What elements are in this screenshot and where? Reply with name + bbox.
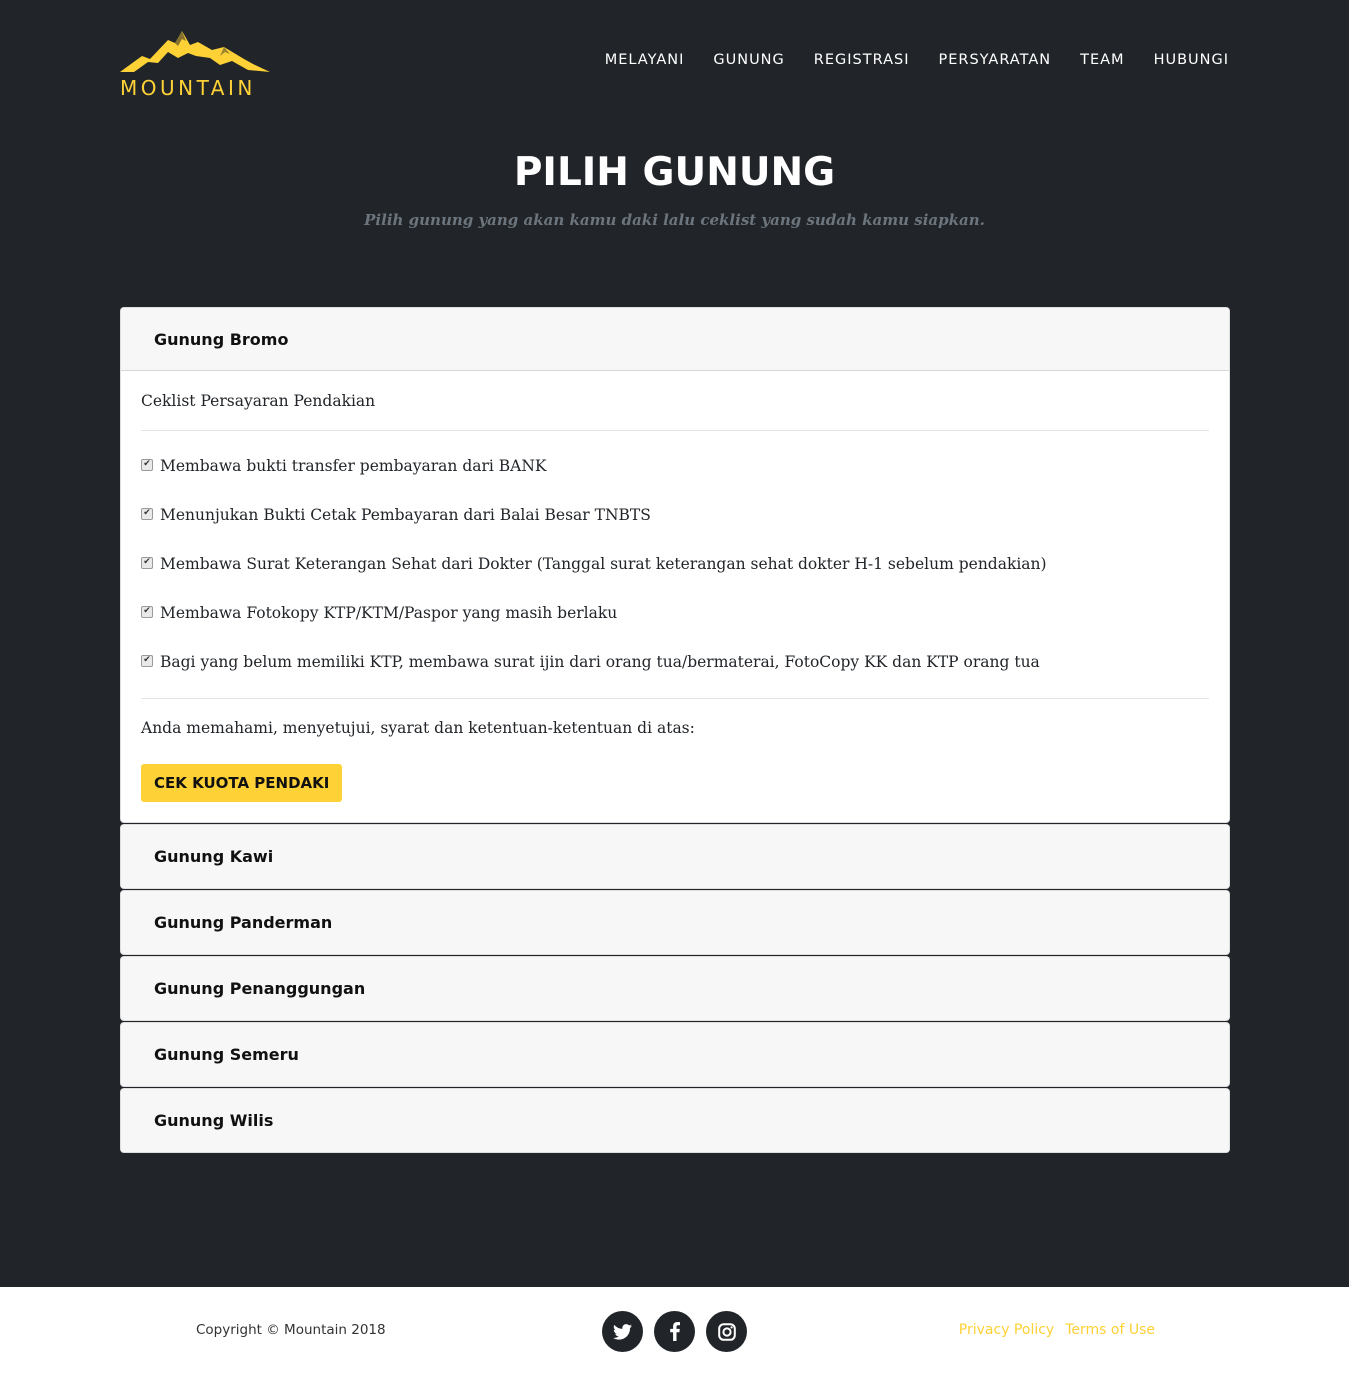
copyright-text: Copyright © Mountain 2018 (196, 1322, 386, 1338)
checklist-title: Ceklist Persayaran Pendakian (141, 371, 1209, 431)
accordion-panel-semeru: Gunung Semeru (120, 1022, 1230, 1087)
section-heading: PILIH GUNUNG (513, 150, 836, 195)
twitter-icon (613, 1323, 632, 1340)
navbar: MOUNTAIN MELAYANI GUNUNG REGISTRASI PERS… (0, 0, 1349, 120)
terms-of-use-link[interactable]: Terms of Use (1065, 1322, 1155, 1338)
accordion-panel-penanggungan: Gunung Penanggungan (120, 956, 1230, 1021)
accordion-panel-bromo: Gunung Bromo Ceklist Persayaran Pendakia… (120, 307, 1230, 823)
nav-link-melayani[interactable]: MELAYANI (605, 52, 685, 68)
checklist-item[interactable]: ✔ Membawa Surat Keterangan Sehat dari Dok… (141, 539, 1209, 588)
accordion-header-semeru[interactable]: Gunung Semeru (121, 1023, 1229, 1086)
checkbox[interactable]: ✔ (141, 458, 153, 471)
facebook-icon (669, 1322, 680, 1341)
checklist-item-label: Membawa Fotokopy KTP/KTM/Paspor yang mas… (160, 603, 618, 622)
checklist-item-label: Membawa Surat Keterangan Sehat dari Dokt… (160, 554, 1047, 573)
checkbox[interactable]: ✔ (141, 556, 153, 569)
checklist-item[interactable]: ✔ Menunjukan Bukti Cetak Pembayaran dari … (141, 490, 1209, 539)
checklist-item[interactable]: ✔ Bagi yang belum memiliki KTP, membawa s… (141, 637, 1209, 686)
facebook-button[interactable] (654, 1311, 695, 1352)
nav-link-team[interactable]: TEAM (1080, 52, 1124, 68)
brand-logo[interactable]: MOUNTAIN (120, 28, 272, 100)
nav-link-gunung[interactable]: GUNUNG (713, 52, 784, 68)
accordion-header-wilis[interactable]: Gunung Wilis (121, 1089, 1229, 1152)
checklist: ✔ Membawa bukti transfer pembayaran dari … (141, 431, 1209, 686)
checklist-item[interactable]: ✔ Membawa Fotokopy KTP/KTM/Paspor yang ma… (141, 588, 1209, 637)
nav-link-registrasi[interactable]: REGISTRASI (814, 52, 910, 68)
accordion-body-bromo: Ceklist Persayaran Pendakian ✔ Membawa bu… (121, 371, 1229, 822)
social-buttons (602, 1311, 747, 1352)
check-quota-button[interactable]: CEK KUOTA PENDAKI (141, 764, 343, 802)
footer: Copyright © Mountain 2018 Privacy Policy… (0, 1287, 1349, 1376)
checklist-item-label: Membawa bukti transfer pembayaran dari B… (160, 456, 547, 475)
accordion-header-penanggungan[interactable]: Gunung Penanggungan (121, 957, 1229, 1020)
checklist-item[interactable]: ✔ Membawa bukti transfer pembayaran dari … (141, 441, 1209, 490)
main-nav: MELAYANI GUNUNG REGISTRASI PERSYARATAN T… (605, 52, 1229, 68)
checkbox[interactable]: ✔ (141, 507, 153, 520)
accordion-panel-kawi: Gunung Kawi (120, 824, 1230, 889)
privacy-policy-link[interactable]: Privacy Policy (959, 1322, 1054, 1338)
nav-link-hubungi[interactable]: HUBUNGI (1154, 52, 1229, 68)
instagram-icon (717, 1322, 736, 1341)
section-subheading: Pilih gunung yang akan kamu daki lalu ce… (364, 211, 985, 229)
brand-name: MOUNTAIN (120, 76, 256, 100)
accordion-panel-panderman: Gunung Panderman (120, 890, 1230, 955)
accordion-header-bromo[interactable]: Gunung Bromo (121, 308, 1229, 371)
nav-link-persyaratan[interactable]: PERSYARATAN (938, 52, 1051, 68)
checkbox[interactable]: ✔ (141, 605, 153, 618)
accordion-panel-wilis: Gunung Wilis (120, 1088, 1230, 1153)
checkbox[interactable]: ✔ (141, 654, 153, 667)
twitter-button[interactable] (602, 1311, 643, 1352)
checklist-item-label: Bagi yang belum memiliki KTP, membawa su… (160, 652, 1040, 671)
mountain-icon (120, 31, 270, 72)
agreement-text: Anda memahami, menyetujui, syarat dan ke… (141, 719, 695, 737)
accordion-header-panderman[interactable]: Gunung Panderman (121, 891, 1229, 954)
footer-links: Privacy Policy Terms of Use (959, 1322, 1155, 1338)
accordion-header-kawi[interactable]: Gunung Kawi (121, 825, 1229, 888)
checklist-item-label: Menunjukan Bukti Cetak Pembayaran dari B… (160, 505, 651, 524)
mountain-accordion: Gunung Bromo Ceklist Persayaran Pendakia… (120, 307, 1230, 1154)
instagram-button[interactable] (706, 1311, 747, 1352)
